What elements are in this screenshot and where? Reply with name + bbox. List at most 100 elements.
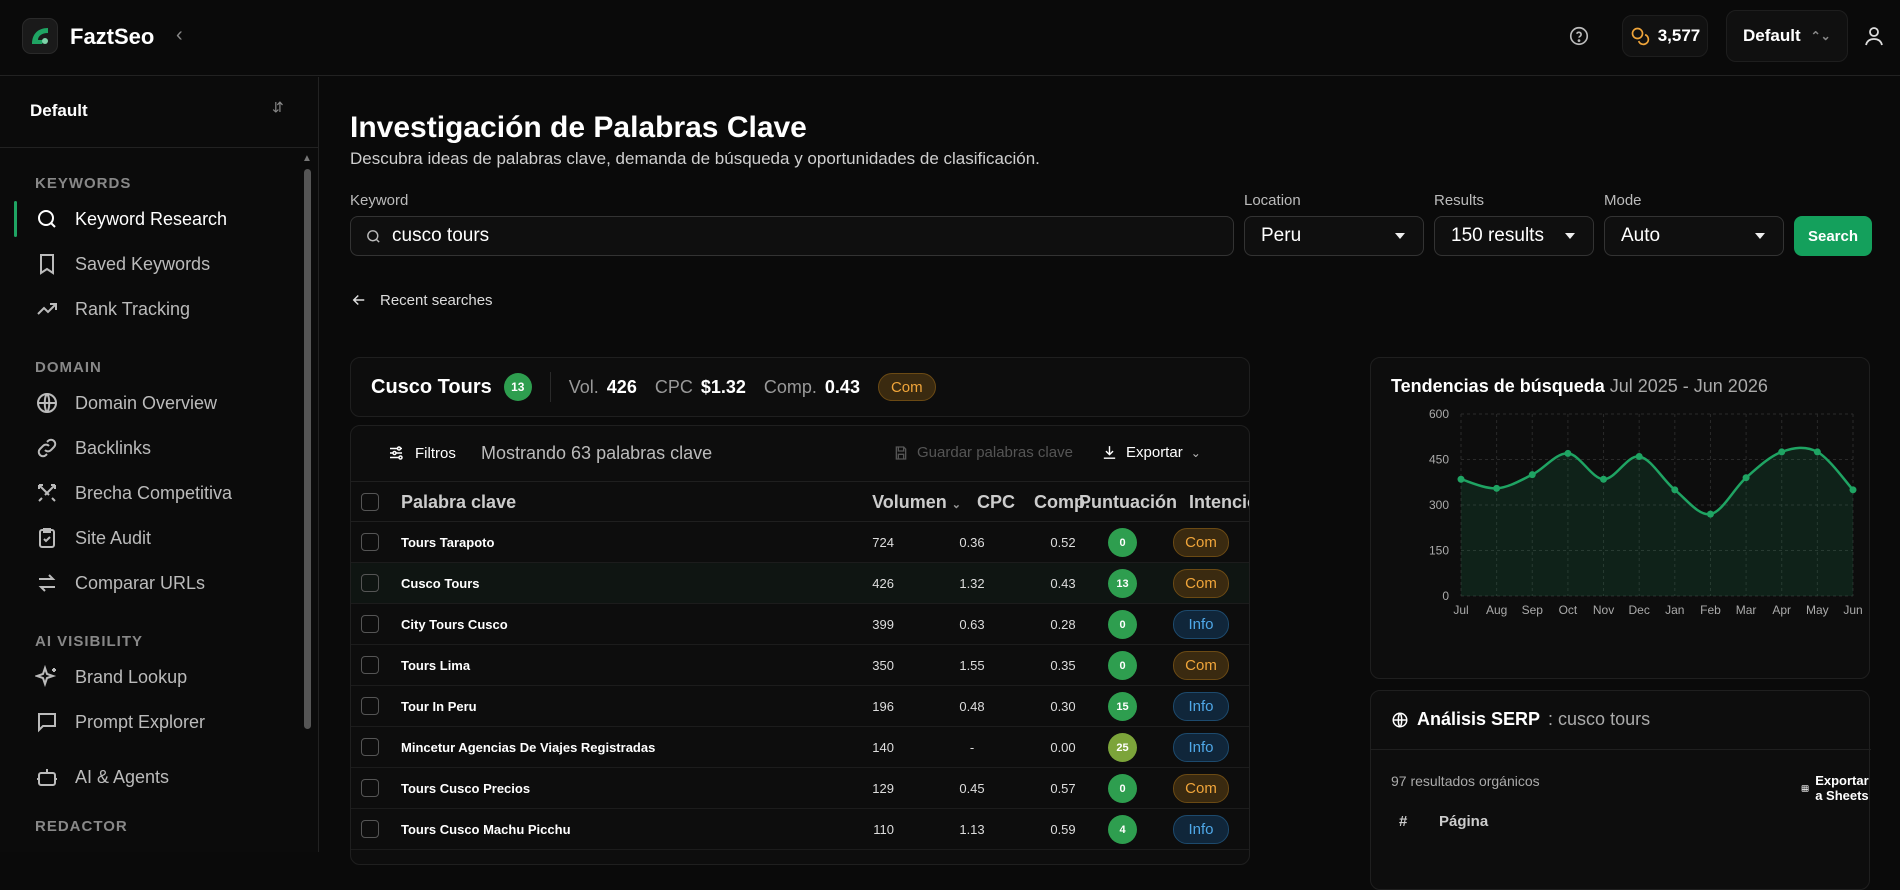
sidebar-item-brand-lookup[interactable]: Brand Lookup xyxy=(35,659,187,695)
sidebar-item-comparar-urls[interactable]: Comparar URLs xyxy=(35,565,205,601)
table-row[interactable]: Tours Cusco Machu Picchu 110 1.13 0.59 4… xyxy=(351,809,1249,850)
row-volume: 129 xyxy=(872,781,894,796)
sidebar-item-domain-overview[interactable]: Domain Overview xyxy=(35,385,217,421)
sidebar-item-ai-agents[interactable]: AI & Agents xyxy=(35,759,169,795)
row-cpc: 0.63 xyxy=(959,617,985,632)
row-keyword[interactable]: Tours Tarapoto xyxy=(401,535,494,550)
row-keyword[interactable]: Cusco Tours xyxy=(401,576,480,591)
table-row[interactable]: Tours Cusco Precios 129 0.45 0.57 0 Com xyxy=(351,768,1249,809)
row-checkbox[interactable] xyxy=(361,697,379,715)
serp-query: : cusco tours xyxy=(1548,709,1651,729)
row-checkbox[interactable] xyxy=(361,820,379,838)
keyword-summary-card: Cusco Tours 13 Vol. 426 CPC $1.32 Comp. … xyxy=(350,357,1250,417)
scroll-up-icon[interactable]: ▲ xyxy=(302,153,312,164)
row-keyword[interactable]: Mincetur Agencias De Viajes Registradas xyxy=(401,740,655,755)
row-keyword[interactable]: Tours Lima xyxy=(401,658,470,673)
row-intent-badge: Com xyxy=(1173,528,1229,557)
save-keywords-button[interactable]: Guardar palabras clave xyxy=(893,444,1073,461)
row-checkbox[interactable] xyxy=(361,615,379,633)
chevron-updown-icon[interactable]: ⇵ xyxy=(272,99,284,116)
sidebar-item-brecha-competitiva[interactable]: Brecha Competitiva xyxy=(35,475,232,511)
recent-searches-link[interactable]: Recent searches xyxy=(350,291,493,309)
search-icon xyxy=(367,229,380,243)
table-row[interactable]: Cusco Tours 426 1.32 0.43 13 Com xyxy=(351,563,1249,604)
sidebar-item-backlinks[interactable]: Backlinks xyxy=(35,430,151,466)
row-keyword[interactable]: Tour In Peru xyxy=(401,699,477,714)
filters-button[interactable]: Filtros xyxy=(387,444,456,462)
sidebar-item-label: Site Audit xyxy=(75,527,152,548)
trending-up-icon xyxy=(37,303,57,315)
sidebar-item-label: Brand Lookup xyxy=(75,666,188,687)
row-comp: 0.52 xyxy=(1050,535,1076,550)
help-icon[interactable] xyxy=(1568,25,1590,47)
x-tick-label: Jan xyxy=(1665,603,1684,617)
download-icon xyxy=(1103,446,1116,459)
sidebar-item-site-audit[interactable]: Site Audit xyxy=(35,520,151,556)
row-cpc: 0.45 xyxy=(959,781,985,796)
row-keyword[interactable]: City Tours Cusco xyxy=(401,617,508,632)
trend-point xyxy=(1493,484,1501,492)
workspace-label: Default xyxy=(1743,26,1801,45)
row-score-badge: 15 xyxy=(1108,692,1137,721)
trend-point xyxy=(1457,475,1465,483)
sidebar-item-keyword-research[interactable]: Keyword Research xyxy=(35,201,227,237)
sidebar-item-rank-tracking[interactable]: Rank Tracking xyxy=(35,291,190,327)
comp-label: Comp. xyxy=(763,376,817,397)
row-checkbox[interactable] xyxy=(361,533,379,551)
row-score-badge: 13 xyxy=(1108,569,1137,598)
row-checkbox[interactable] xyxy=(361,656,379,674)
sidebar-item-prompt-explorer[interactable]: Prompt Explorer xyxy=(35,704,205,740)
summary-keyword: Cusco Tours xyxy=(371,375,492,398)
mode-select[interactable]: Auto xyxy=(1604,216,1784,256)
arrow-left-icon xyxy=(352,294,365,306)
sidebar-item-label: Keyword Research xyxy=(75,208,228,229)
header-cpc[interactable]: CPC xyxy=(971,492,1021,513)
divider xyxy=(0,147,319,148)
sort-chevron-icon: ⌄ xyxy=(951,499,961,511)
header-intent[interactable]: Intención xyxy=(1189,492,1249,513)
row-keyword[interactable]: Tours Cusco Precios xyxy=(401,781,530,796)
volume-label: Vol. xyxy=(568,376,599,397)
results-value: 150 results xyxy=(1451,225,1544,246)
row-checkbox[interactable] xyxy=(361,574,379,592)
table-row[interactable]: Tours Tarapoto 724 0.36 0.52 0 Com xyxy=(351,522,1249,563)
credits-count: 3,577 xyxy=(1657,26,1701,45)
location-select[interactable]: Peru xyxy=(1244,216,1424,256)
credits-badge[interactable]: 3,577 xyxy=(1622,15,1708,57)
sidebar-workspace[interactable]: Default xyxy=(30,101,88,121)
row-keyword[interactable]: Tours Cusco Machu Picchu xyxy=(401,822,571,837)
row-checkbox[interactable] xyxy=(361,738,379,756)
results-select[interactable]: 150 results xyxy=(1434,216,1594,256)
sidebar-scrollbar[interactable] xyxy=(304,169,311,729)
trend-point xyxy=(1778,448,1786,456)
sidebar-item-label: Prompt Explorer xyxy=(75,711,206,732)
sliders-icon xyxy=(390,446,403,460)
row-checkbox[interactable] xyxy=(361,779,379,797)
sidebar-item-saved-keywords[interactable]: Saved Keywords xyxy=(35,246,210,282)
header-score[interactable]: Puntuación xyxy=(1079,492,1177,513)
table-row[interactable]: Tour In Peru 196 0.48 0.30 15 Info xyxy=(351,686,1249,727)
table-row[interactable]: City Tours Cusco 399 0.63 0.28 0 Info xyxy=(351,604,1249,645)
page-subtitle: Descubra ideas de palabras clave, demand… xyxy=(350,149,1040,168)
row-score-badge: 25 xyxy=(1108,733,1137,762)
search-button[interactable]: Search xyxy=(1794,216,1872,256)
row-score-badge: 0 xyxy=(1108,610,1137,639)
caret-down-icon xyxy=(1395,233,1405,239)
cpc-value: $1.32 xyxy=(700,376,746,397)
header-volume[interactable]: Volumen ⌄ xyxy=(841,492,961,513)
row-cpc: 1.32 xyxy=(959,576,985,591)
export-button[interactable]: Exportar ⌄ xyxy=(1101,444,1201,461)
message-square-icon xyxy=(38,713,56,733)
table-row[interactable]: Mincetur Agencias De Viajes Registradas … xyxy=(351,727,1249,768)
user-icon[interactable] xyxy=(1862,24,1886,48)
table-row[interactable]: Tours Lima 350 1.55 0.35 0 Com xyxy=(351,645,1249,686)
select-all-checkbox[interactable] xyxy=(361,493,379,511)
header-keyword[interactable]: Palabra clave xyxy=(401,492,516,513)
x-tick-label: Dec xyxy=(1629,603,1650,617)
collapse-sidebar-icon[interactable]: ‹ xyxy=(176,24,183,47)
workspace-select[interactable]: Default ⌃⌄ xyxy=(1726,10,1848,62)
sidebar-item-label: Backlinks xyxy=(75,437,152,458)
app-logo[interactable] xyxy=(22,18,58,54)
export-sheets-button[interactable]: Exportar a Sheets xyxy=(1801,773,1875,803)
keyword-input[interactable]: cusco tours xyxy=(350,216,1234,256)
